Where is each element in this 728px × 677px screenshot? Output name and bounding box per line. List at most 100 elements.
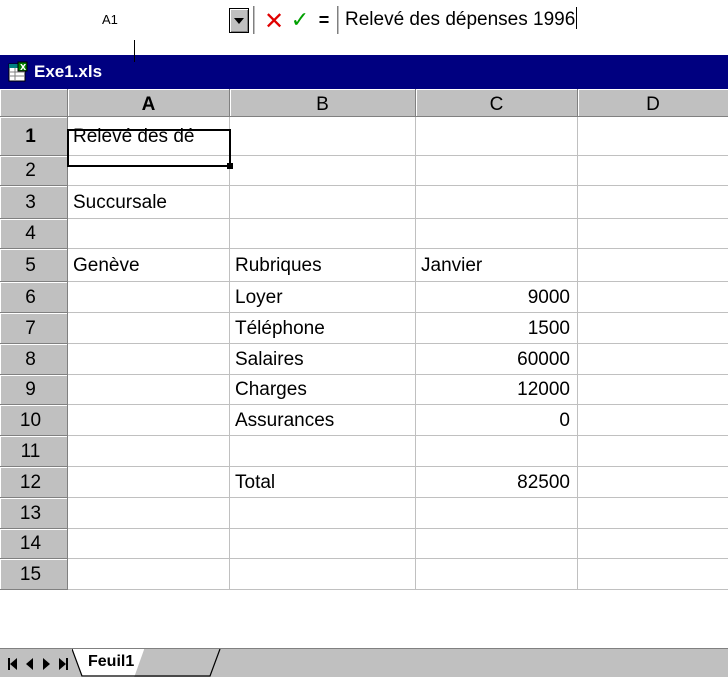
- row-header[interactable]: 3: [0, 186, 68, 219]
- cell-C13[interactable]: [416, 498, 578, 529]
- cell-B4[interactable]: [230, 219, 416, 249]
- cell-D8[interactable]: [578, 344, 728, 375]
- row-header[interactable]: 13: [0, 498, 68, 529]
- cancel-entry-button[interactable]: ✕: [262, 7, 286, 35]
- cell-A13[interactable]: [68, 498, 230, 529]
- row-header[interactable]: 10: [0, 405, 68, 436]
- cell-D3[interactable]: [578, 186, 728, 219]
- cell-D10[interactable]: [578, 405, 728, 436]
- previous-sheet-button[interactable]: [21, 655, 37, 673]
- row-header[interactable]: 8: [0, 344, 68, 375]
- column-header-row: A B C D: [0, 89, 728, 117]
- cell-B5[interactable]: Rubriques: [230, 249, 416, 282]
- cell-B2[interactable]: [230, 156, 416, 186]
- cell-D11[interactable]: [578, 436, 728, 467]
- cell-D5[interactable]: [578, 249, 728, 282]
- cell-B12[interactable]: Total: [230, 467, 416, 498]
- cell-C6[interactable]: 9000: [416, 282, 578, 313]
- cell-A5[interactable]: Genève: [68, 249, 230, 282]
- row-header[interactable]: 9: [0, 375, 68, 405]
- cell-B10[interactable]: Assurances: [230, 405, 416, 436]
- cell-A12[interactable]: [68, 467, 230, 498]
- row-header[interactable]: 14: [0, 529, 68, 559]
- cell-C10[interactable]: 0: [416, 405, 578, 436]
- chevron-down-icon: [234, 17, 244, 24]
- cell-D14[interactable]: [578, 529, 728, 559]
- cell-B1[interactable]: [230, 117, 416, 156]
- cell-C8[interactable]: 60000: [416, 344, 578, 375]
- cell-D7[interactable]: [578, 313, 728, 344]
- column-header-d[interactable]: D: [578, 89, 728, 117]
- cell-C5[interactable]: Janvier: [416, 249, 578, 282]
- cell-D6[interactable]: [578, 282, 728, 313]
- cell-A10[interactable]: [68, 405, 230, 436]
- cell-C11[interactable]: [416, 436, 578, 467]
- fill-handle[interactable]: [227, 163, 233, 169]
- name-box[interactable]: A1: [102, 12, 118, 27]
- excel-workbook-icon[interactable]: X: [4, 58, 32, 86]
- cell-A2[interactable]: [68, 156, 230, 186]
- cell-A6[interactable]: [68, 282, 230, 313]
- grid-row: 14: [0, 529, 728, 559]
- cell-B7[interactable]: Téléphone: [230, 313, 416, 344]
- first-sheet-icon: [7, 658, 17, 670]
- cell-C15[interactable]: [416, 559, 578, 590]
- row-header[interactable]: 11: [0, 436, 68, 467]
- column-header-b[interactable]: B: [230, 89, 416, 117]
- cell-D1[interactable]: [578, 117, 728, 156]
- cell-C9[interactable]: 12000: [416, 375, 578, 405]
- cell-B8[interactable]: Salaires: [230, 344, 416, 375]
- cell-D13[interactable]: [578, 498, 728, 529]
- edit-formula-button[interactable]: =: [314, 8, 334, 33]
- cell-B13[interactable]: [230, 498, 416, 529]
- cell-B15[interactable]: [230, 559, 416, 590]
- cell-D9[interactable]: [578, 375, 728, 405]
- cell-C3[interactable]: [416, 186, 578, 219]
- name-box-pointer: [134, 40, 135, 62]
- sheet-tab-feuil1[interactable]: Feuil1: [72, 649, 144, 677]
- cell-C12[interactable]: 82500: [416, 467, 578, 498]
- select-all-button[interactable]: [0, 89, 68, 117]
- cell-B11[interactable]: [230, 436, 416, 467]
- cell-A4[interactable]: [68, 219, 230, 249]
- row-header[interactable]: 5: [0, 249, 68, 282]
- row-header[interactable]: 7: [0, 313, 68, 344]
- confirm-entry-button[interactable]: ✓: [288, 8, 312, 33]
- last-sheet-button[interactable]: [55, 655, 71, 673]
- cell-A7[interactable]: [68, 313, 230, 344]
- cell-B3[interactable]: [230, 186, 416, 219]
- cell-D2[interactable]: [578, 156, 728, 186]
- row-header[interactable]: 4: [0, 219, 68, 249]
- name-box-dropdown-button[interactable]: [229, 8, 249, 33]
- cell-C7[interactable]: 1500: [416, 313, 578, 344]
- first-sheet-button[interactable]: [4, 655, 20, 673]
- cell-C4[interactable]: [416, 219, 578, 249]
- grid-row: 4: [0, 219, 728, 249]
- cell-A11[interactable]: [68, 436, 230, 467]
- cell-B14[interactable]: [230, 529, 416, 559]
- cell-D4[interactable]: [578, 219, 728, 249]
- next-sheet-button[interactable]: [38, 655, 54, 673]
- row-header[interactable]: 2: [0, 156, 68, 186]
- cell-C1[interactable]: [416, 117, 578, 156]
- column-header-a[interactable]: A: [68, 89, 230, 117]
- row-header[interactable]: 15: [0, 559, 68, 590]
- cell-B9[interactable]: Charges: [230, 375, 416, 405]
- row-header[interactable]: 1: [0, 117, 68, 156]
- cell-A8[interactable]: [68, 344, 230, 375]
- cell-C2[interactable]: [416, 156, 578, 186]
- column-header-c[interactable]: C: [416, 89, 578, 117]
- cell-A1[interactable]: Relevé des dé: [68, 117, 230, 156]
- cell-B6[interactable]: Loyer: [230, 282, 416, 313]
- cell-D12[interactable]: [578, 467, 728, 498]
- row-header[interactable]: 6: [0, 282, 68, 313]
- cell-A15[interactable]: [68, 559, 230, 590]
- workbook-title-bar[interactable]: X Exe1.xls: [0, 55, 728, 89]
- cell-D15[interactable]: [578, 559, 728, 590]
- cell-A9[interactable]: [68, 375, 230, 405]
- formula-input[interactable]: Relevé des dépenses 1996: [345, 7, 578, 31]
- cell-A3[interactable]: Succursale: [68, 186, 230, 219]
- row-header[interactable]: 12: [0, 467, 68, 498]
- cell-C14[interactable]: [416, 529, 578, 559]
- cell-A14[interactable]: [68, 529, 230, 559]
